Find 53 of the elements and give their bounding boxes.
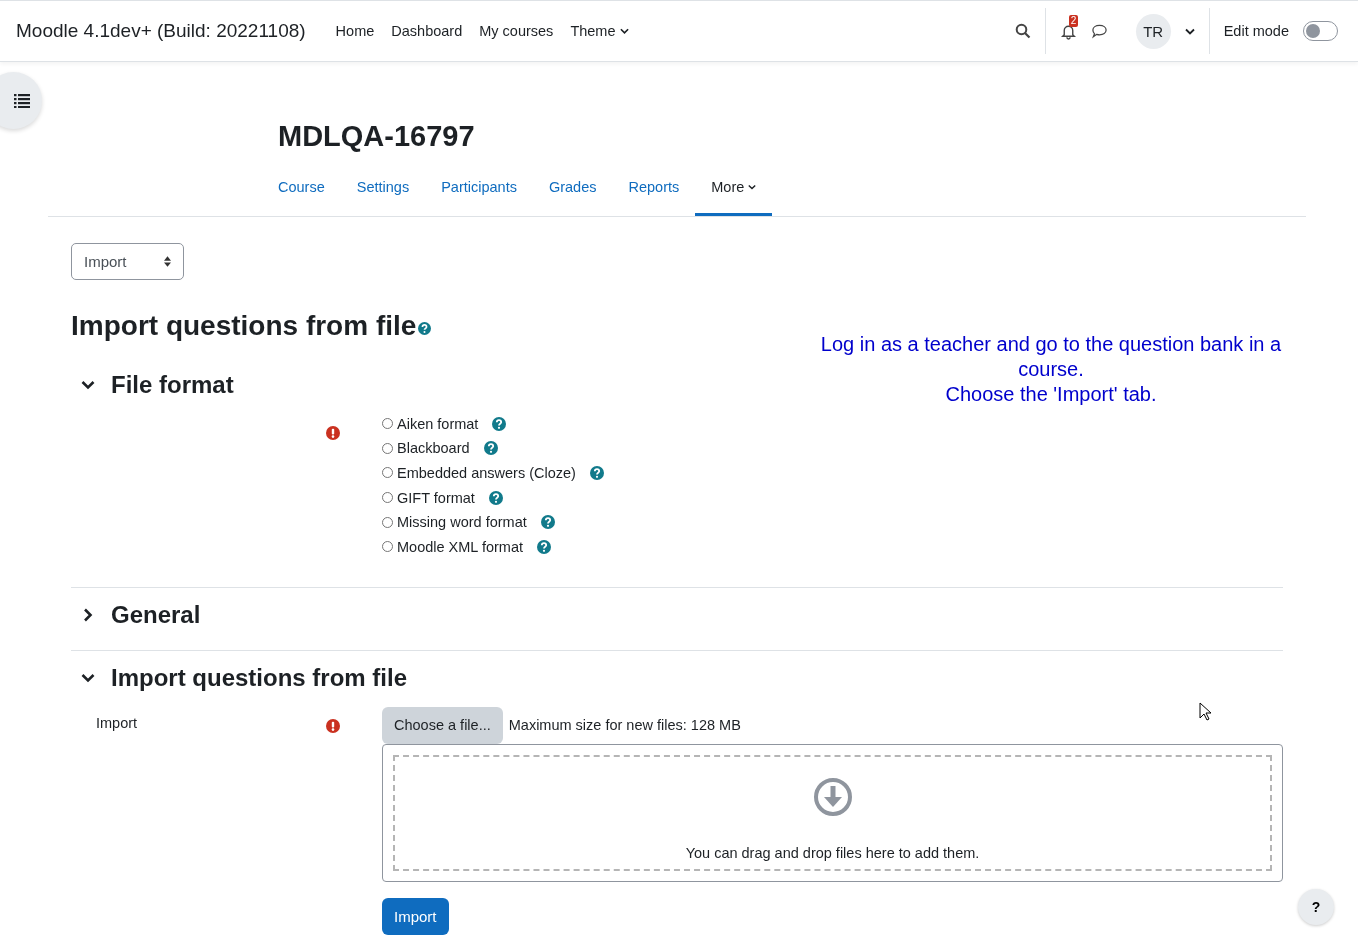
course-tab[interactable]: Participants	[425, 179, 533, 216]
course-tab[interactable]: Settings	[340, 179, 426, 216]
mouse-pointer-icon	[1199, 702, 1211, 721]
section-title[interactable]: Import questions from file	[111, 662, 407, 693]
radio-label: Blackboard	[397, 440, 470, 457]
nav-link[interactable]: My courses	[479, 23, 554, 39]
section-title[interactable]: General	[111, 599, 201, 630]
max-size-text: Maximum size for new files: 128 MB	[508, 717, 741, 734]
field-label: Import	[96, 714, 138, 731]
nav-link[interactable]: Theme	[570, 23, 629, 39]
instruction-note: Log in as a teacher and go to the question bank in a course.	[819, 332, 1283, 382]
help-icon[interactable]	[418, 322, 432, 335]
help-icon[interactable]	[540, 515, 555, 530]
help-icon[interactable]	[537, 539, 551, 554]
action-select[interactable]: Import	[71, 243, 184, 280]
user-avatar[interactable]: TR	[1135, 13, 1171, 49]
chevron-down-icon[interactable]	[81, 378, 95, 392]
radio-label: GIFT format	[397, 489, 475, 506]
radio-label: Embedded answers (Cloze)	[397, 465, 576, 481]
help-icon[interactable]	[589, 466, 604, 480]
bell-icon[interactable]	[1059, 22, 1077, 40]
help-icon[interactable]	[492, 416, 507, 431]
course-tab[interactable]: Grades	[532, 179, 613, 216]
nav-link[interactable]: Home	[335, 23, 375, 39]
notification-count: 2	[1068, 14, 1079, 27]
section-title[interactable]: File format	[111, 370, 234, 400]
course-tab[interactable]: More	[695, 179, 773, 216]
radio-label: Aiken format	[397, 415, 479, 432]
radio-label: Missing word format	[397, 514, 527, 531]
choose-file-button[interactable]: Choose a file...	[382, 706, 503, 744]
edit-mode-label: Edit mode	[1223, 23, 1289, 39]
sort-arrows-icon	[164, 256, 171, 267]
nav-link[interactable]: Dashboard	[391, 23, 463, 39]
caret-icon[interactable]	[1184, 27, 1195, 35]
site-title[interactable]: Moodle 4.1dev+ (Build: 20221108)	[16, 20, 306, 42]
chevron-right-icon[interactable]	[81, 607, 95, 622]
import-button[interactable]: Import	[382, 897, 449, 935]
list-icon	[13, 93, 30, 108]
drop-hint: You can drag and drop files here to add them.	[685, 844, 980, 861]
help-icon[interactable]	[483, 441, 498, 456]
page-heading: Import questions from file	[71, 309, 417, 343]
course-tab[interactable]: Reports	[612, 179, 696, 216]
edit-mode-toggle[interactable]	[1303, 21, 1338, 41]
speech-bubble-icon[interactable]	[1090, 23, 1108, 39]
radio-label: Moodle XML format	[397, 538, 523, 555]
course-index-button[interactable]	[0, 72, 42, 129]
course-tab[interactable]: Course	[278, 179, 341, 216]
search-icon[interactable]	[1014, 23, 1031, 39]
help-button[interactable]: ?	[1298, 889, 1334, 925]
instruction-note: Choose the 'Import' tab.	[944, 382, 1158, 407]
help-icon[interactable]	[488, 490, 503, 505]
course-title: MDLQA-16797	[278, 119, 476, 154]
file-drop-area[interactable]: You can drag and drop files here to add them.	[382, 743, 1283, 882]
